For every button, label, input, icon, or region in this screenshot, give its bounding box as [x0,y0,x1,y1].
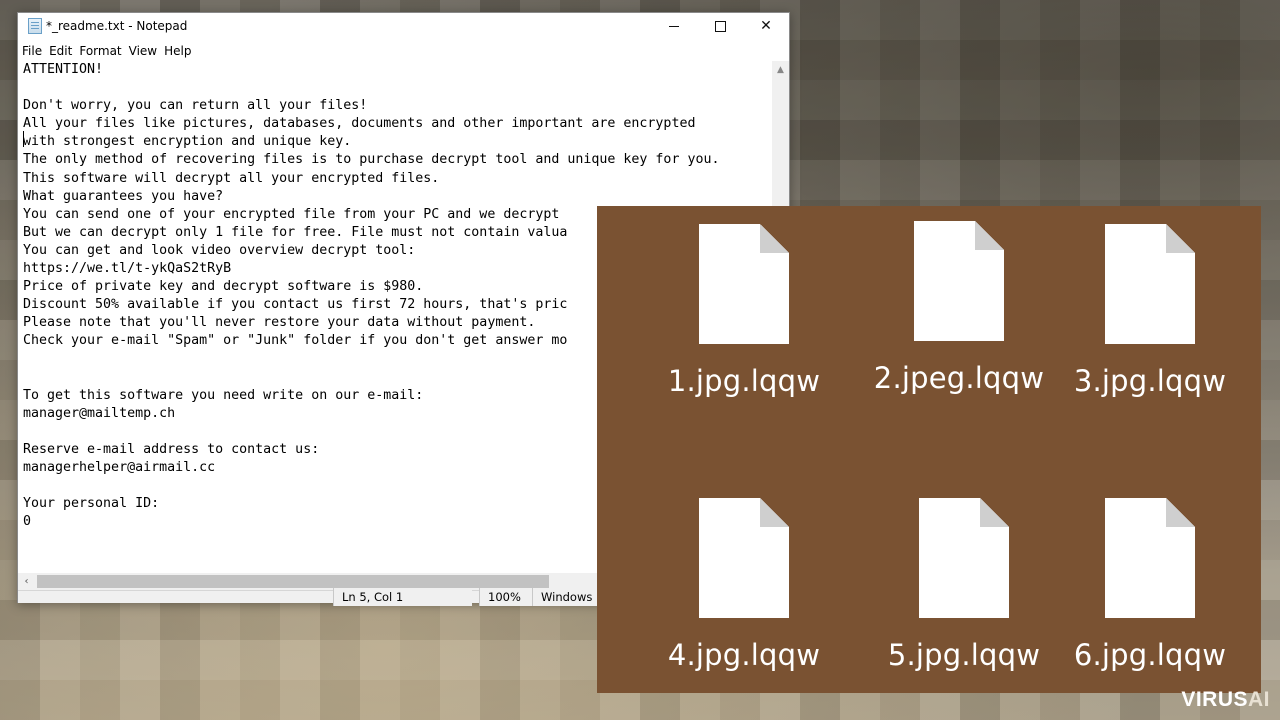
menu-help[interactable]: Help [160,42,194,60]
file-item[interactable]: 4.jpg.lqqw [634,498,854,672]
cursor-position: Ln 5, Col 1 [333,588,472,606]
watermark-ai: AI [1248,688,1270,711]
menu-file[interactable]: File [18,42,45,60]
encrypted-files-panel: 1.jpg.lqqw 2.jpeg.lqqw 3.jpg.lqqw 4.jpg.… [597,206,1261,693]
menu-edit[interactable]: Edit [45,42,75,60]
window-controls: ✕ [651,13,789,39]
blank-document-icon [914,221,1004,341]
file-name: 4.jpg.lqqw [667,638,821,672]
file-item[interactable]: 1.jpg.lqqw [634,224,854,398]
zoom-level: 100% [479,588,532,606]
watermark-virus: VIRUS [1181,688,1248,711]
minimize-icon [669,25,679,27]
title-bar[interactable]: *_readme.txt - Notepad ✕ [18,13,789,39]
menu-bar: File Edit Format View Help [18,42,194,60]
blank-document-icon [919,498,1009,618]
blank-document-icon [1105,224,1195,344]
file-name: 6.jpg.lqqw [1073,638,1227,672]
horizontal-scroll-thumb[interactable] [37,575,549,588]
blank-document-icon [1105,498,1195,618]
file-name: 3.jpg.lqqw [1073,364,1227,398]
menu-view[interactable]: View [125,42,160,60]
file-item[interactable]: 3.jpg.lqqw [1040,224,1260,398]
scroll-left-arrow-icon[interactable]: ‹ [18,573,35,590]
file-name: 2.jpeg.lqqw [873,361,1045,395]
close-icon: ✕ [760,18,772,34]
scroll-up-arrow-icon[interactable]: ▲ [772,61,789,78]
file-name: 1.jpg.lqqw [667,364,821,398]
notepad-icon [28,18,42,34]
maximize-icon [714,20,726,32]
virusai-watermark-logo: VIRUSAI [1181,688,1270,712]
maximize-button[interactable] [697,13,743,39]
window-title: *_readme.txt - Notepad [46,19,188,33]
blank-document-icon [699,224,789,344]
close-button[interactable]: ✕ [743,13,789,39]
file-item[interactable]: 2.jpeg.lqqw [849,221,1069,395]
menu-format[interactable]: Format [75,42,124,60]
blank-document-icon [699,498,789,618]
text-caret [23,131,24,147]
minimize-button[interactable] [651,13,697,39]
file-item[interactable]: 6.jpg.lqqw [1040,498,1260,672]
